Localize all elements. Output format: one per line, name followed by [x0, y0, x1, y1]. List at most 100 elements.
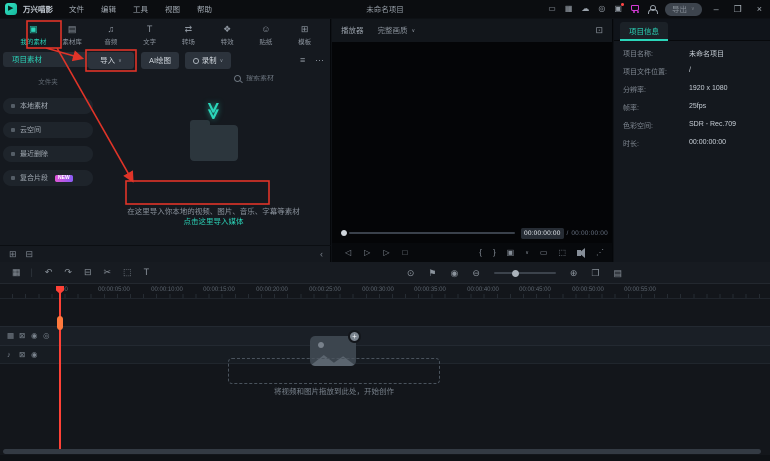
filter-sort-icon[interactable]: ≡ [300, 56, 305, 65]
tab-template[interactable]: ⊞ 模板 [285, 21, 324, 49]
previous-frame-icon[interactable]: ◁ [345, 249, 351, 257]
minimize-button[interactable]: – [711, 4, 722, 14]
collapse-panel-icon[interactable]: ‹ [320, 249, 323, 259]
import-folder-illustration[interactable] [190, 125, 238, 161]
next-frame-icon[interactable]: ▷ [383, 249, 389, 257]
render-preview-icon[interactable]: ⊙ [407, 269, 415, 278]
media-tabs: ▣ 我的素材 ▤ 素材库 ♫ 音频 T 文字 ⇄ 转场 ❖ 特效 [14, 21, 324, 49]
sticker-icon: ☺ [261, 25, 270, 34]
undo-icon[interactable]: ↶ [45, 268, 53, 277]
track-manager-icon[interactable]: ▤ [613, 269, 622, 278]
new-badge: NEW [55, 175, 73, 182]
speaker-icon[interactable] [577, 250, 581, 256]
redo-icon[interactable]: ↷ [64, 268, 72, 277]
record-button[interactable]: 录制 ∨ [185, 52, 231, 69]
play-icon[interactable]: ▷ [364, 249, 370, 257]
gift-icon[interactable]: ▣ [614, 5, 622, 13]
crop-icon[interactable]: ⬚ [123, 268, 132, 277]
save-icon[interactable]: ▦ [565, 5, 573, 13]
zoom-in-icon[interactable]: ⊕ [570, 269, 578, 278]
audio-track-lock-icon[interactable]: ⊠ [19, 351, 25, 359]
sidebar-item-cloud-space[interactable]: 云空间 [3, 122, 93, 138]
transition-icon: ⇄ [185, 25, 193, 34]
text-tool-icon[interactable]: T [144, 268, 150, 277]
cast-icon[interactable]: ⊡ [595, 25, 603, 36]
video-track-visibility-icon[interactable]: ◎ [43, 332, 50, 340]
tab-sticker[interactable]: ☺ 贴纸 [247, 21, 286, 49]
menu-help[interactable]: 帮助 [197, 4, 212, 15]
new-folder-icon[interactable]: ⊞ [9, 250, 17, 259]
tab-effects[interactable]: ❖ 特效 [208, 21, 247, 49]
delete-icon[interactable]: ⊟ [84, 268, 92, 277]
voiceover-icon[interactable]: ◉ [450, 269, 458, 278]
import-hint-link[interactable]: 点击这里导入媒体 [96, 216, 331, 227]
tab-stock-media[interactable]: ▤ 素材库 [53, 21, 92, 49]
current-timecode: 00:00:00:00 [521, 228, 564, 239]
import-button[interactable]: 导入 ∨ [88, 52, 134, 69]
menu-file[interactable]: 文件 [69, 4, 84, 15]
crop-icon[interactable]: ⬚ [558, 249, 566, 257]
mark-out-icon[interactable]: } [493, 249, 496, 257]
display-icon[interactable]: ▭ [548, 5, 556, 13]
tab-my-media[interactable]: ▣ 我的素材 [14, 21, 53, 49]
tab-transition[interactable]: ⇄ 转场 [169, 21, 208, 49]
more-options-icon[interactable]: ⋯ [315, 56, 324, 65]
app-window: 万兴喵影 文件 编辑 工具 视图 帮助 未命名项目 ▭ ▦ ☁ ◎ ▣ 导出 ∨… [0, 0, 770, 461]
menu-tools[interactable]: 工具 [133, 4, 148, 15]
info-row-resolution: 分辨率: 1920 x 1080 [623, 85, 763, 95]
balance-icon[interactable]: ◎ [598, 5, 605, 13]
restore-button[interactable]: ❐ [731, 4, 745, 15]
audio-track-mute-icon[interactable]: ◉ [31, 351, 38, 359]
playhead-grip[interactable] [57, 316, 63, 330]
timeline-zoom-slider[interactable] [494, 272, 556, 274]
video-track-mute-icon[interactable]: ◉ [31, 332, 38, 340]
sidebar-item-local-media[interactable]: 本地素材 [3, 98, 93, 114]
media-bin-icon[interactable]: ▦ [12, 268, 21, 277]
mark-in-icon[interactable]: { [479, 249, 482, 257]
preview-viewport[interactable] [332, 42, 612, 243]
split-icon[interactable]: ✂ [104, 268, 112, 277]
timeline-dropzone[interactable] [228, 358, 440, 384]
video-track-thumbnail-icon[interactable]: ▦ [7, 332, 14, 340]
ai-draw-button[interactable]: AI绘图 [141, 52, 179, 69]
stop-icon[interactable]: □ [402, 249, 407, 257]
marker-icon[interactable]: ⚑ [428, 269, 436, 278]
zoom-fit-icon[interactable]: ❐ [591, 269, 599, 278]
user-icon[interactable] [648, 5, 656, 14]
close-button[interactable]: × [754, 4, 765, 14]
sidebar-item-compound-clip[interactable]: 复合片段 NEW [3, 170, 93, 186]
timeline-horizontal-scrollbar[interactable] [3, 449, 761, 454]
search-input[interactable] [246, 75, 298, 82]
export-button[interactable]: 导出 ∨ [665, 3, 702, 16]
zoom-out-icon[interactable]: ⊖ [472, 269, 480, 278]
snapshot-icon[interactable]: ▣ [507, 249, 515, 257]
audio-track-music-icon[interactable]: ♪ [7, 351, 11, 359]
project-info-panel: 项目信息 项目名称: 未命名项目 项目文件位置: / 分辨率: 1920 x 1… [614, 19, 770, 262]
scrubber-track[interactable] [349, 232, 515, 234]
cloud-folder-icon [11, 128, 15, 132]
cart-icon[interactable] [631, 5, 639, 11]
menu-edit[interactable]: 编辑 [101, 4, 116, 15]
menu-view[interactable]: 视图 [165, 4, 180, 15]
video-track[interactable] [0, 326, 770, 346]
quality-dropdown[interactable]: 完整画质 ∨ [378, 25, 416, 36]
delete-icon[interactable]: ⊟ [26, 250, 34, 259]
tab-project-info[interactable]: 项目信息 [620, 22, 668, 41]
title-bar-actions: ▭ ▦ ☁ ◎ ▣ 导出 ∨ – ❐ × [548, 0, 765, 18]
timeline-ruler[interactable]: 0:00 00:00:05:00 00:00:10:00 00:00:15:00… [0, 284, 770, 299]
playhead[interactable] [59, 286, 61, 449]
tab-audio[interactable]: ♫ 音频 [92, 21, 131, 49]
chevron-down-icon[interactable]: ∨ [525, 251, 529, 256]
monitor-icon[interactable]: ▭ [540, 249, 548, 257]
sidebar-item-project-media[interactable]: 项目素材 [3, 52, 93, 67]
export-label: 导出 [672, 4, 687, 15]
info-row-framerate: 帧率: 25fps [623, 103, 763, 113]
video-track-lock-icon[interactable]: ⊠ [19, 332, 25, 340]
zoom-slider-handle[interactable] [512, 270, 519, 277]
cloud-icon[interactable]: ☁ [581, 5, 589, 13]
scrubber-handle[interactable] [341, 230, 347, 236]
tab-text[interactable]: T 文字 [130, 21, 169, 49]
sidebar-item-recently-deleted[interactable]: 最近删除 [3, 146, 93, 162]
fullscreen-icon[interactable]: ⋰ [596, 249, 604, 257]
info-row-location: 项目文件位置: / [623, 67, 763, 77]
